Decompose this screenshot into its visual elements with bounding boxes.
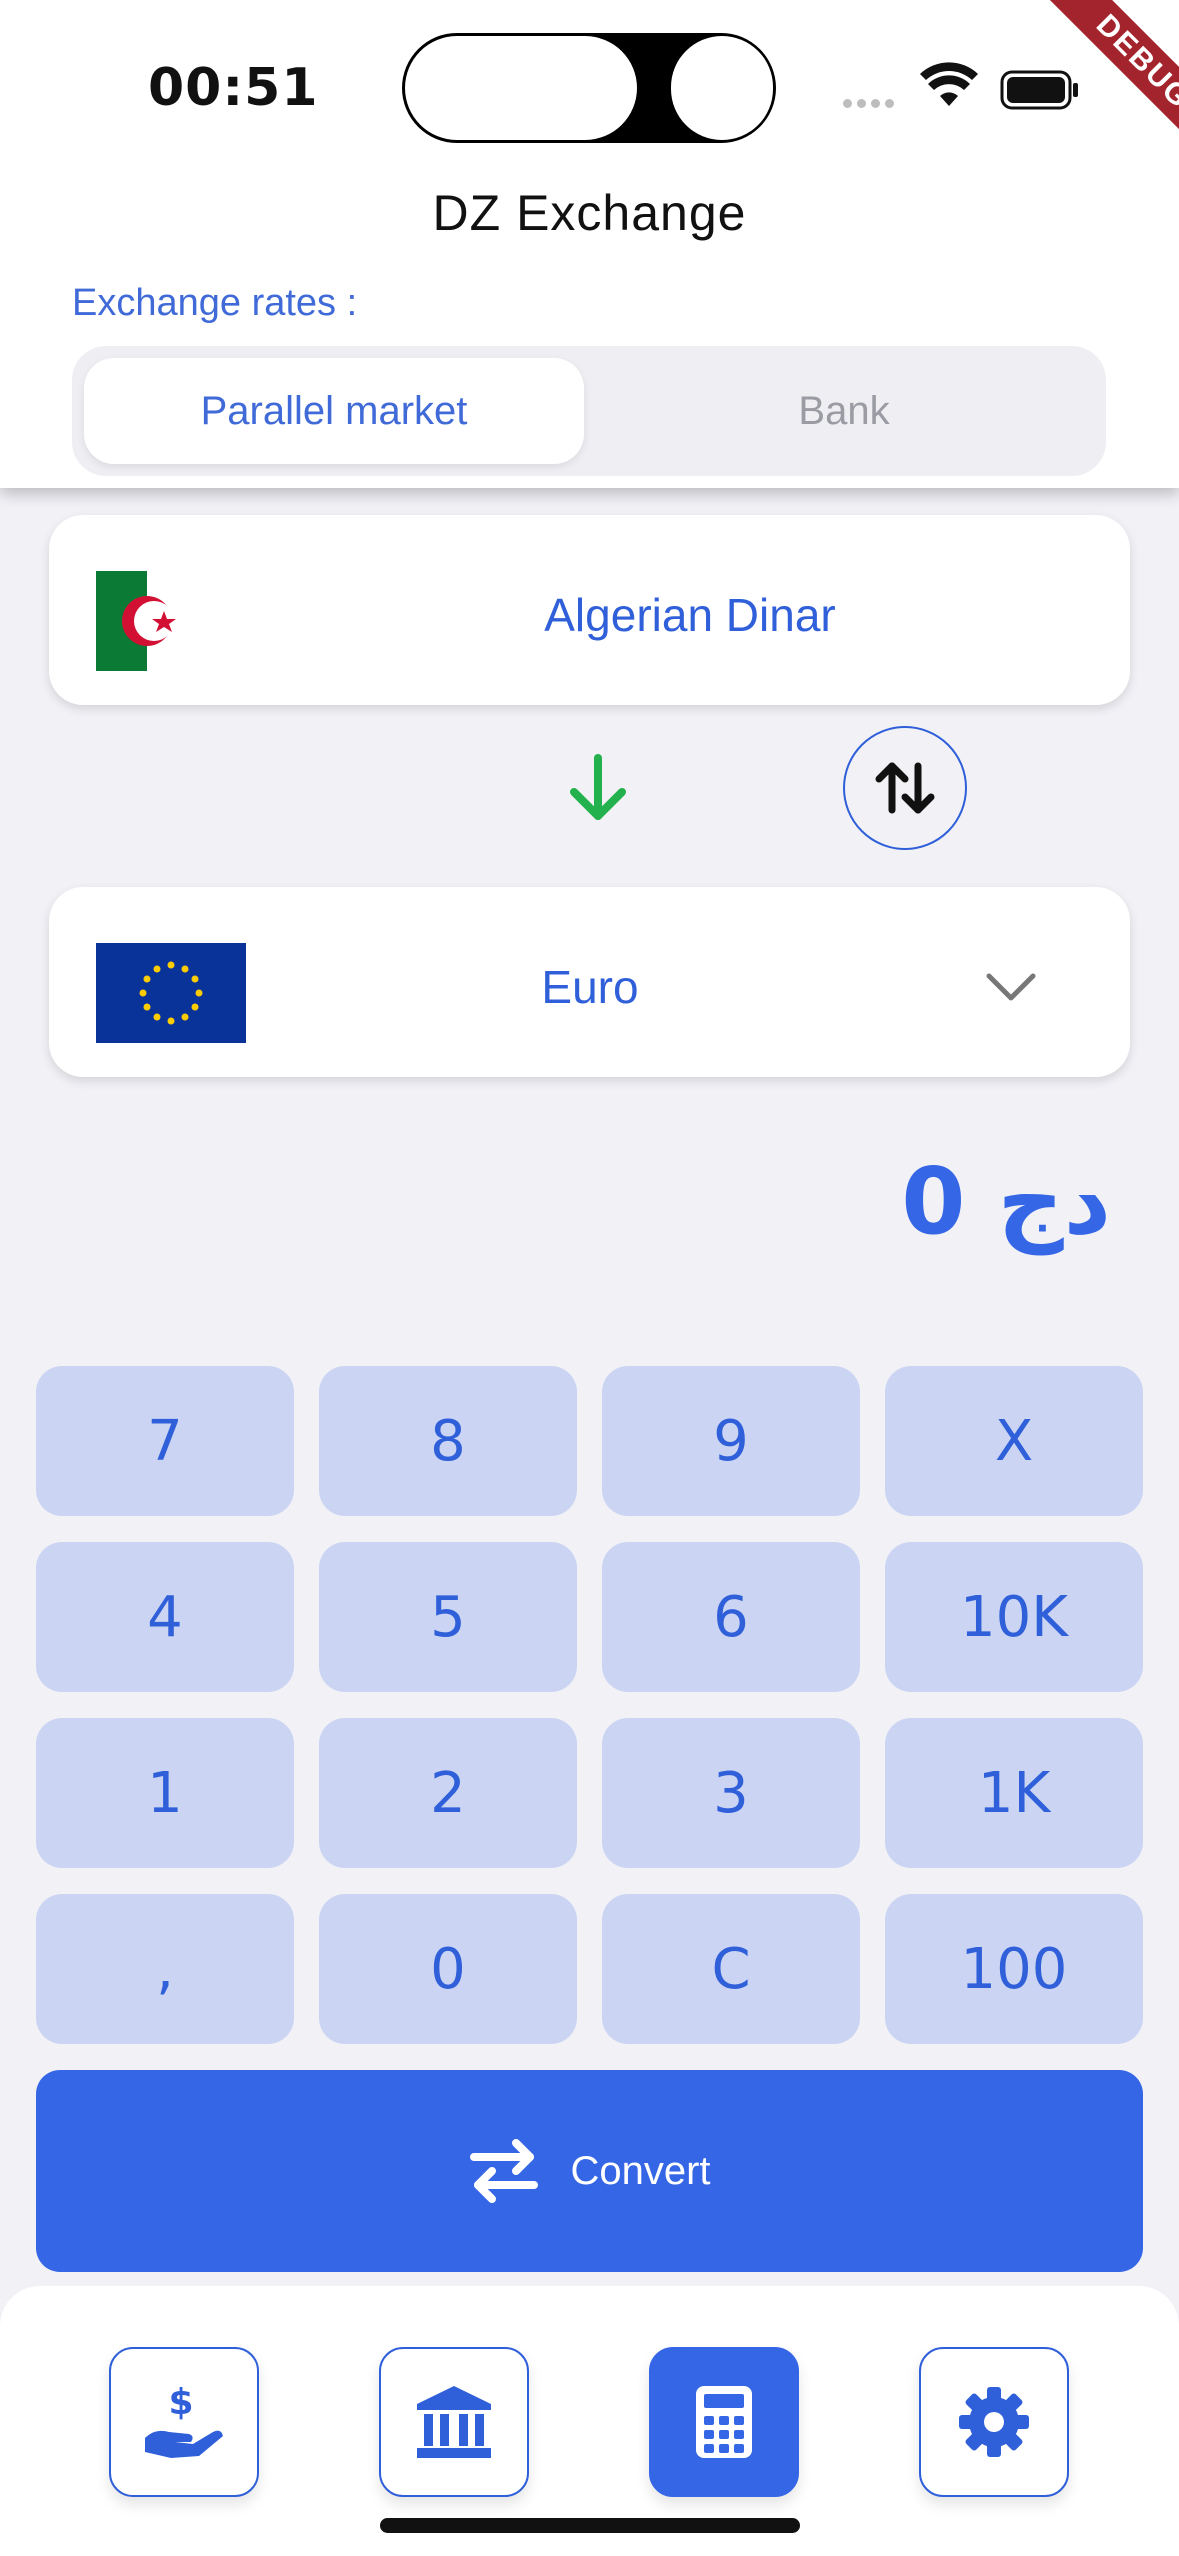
arrow-down-icon [566, 754, 630, 829]
swap-horizontal-icon [470, 2139, 539, 2203]
key-7[interactable]: 7 [36, 1366, 294, 1516]
swap-currencies-button[interactable] [843, 726, 967, 850]
nav-rates-button[interactable]: $ [109, 2347, 259, 2497]
from-currency-label: Algerian Dinar [544, 589, 836, 641]
key-0[interactable]: 0 [319, 1894, 577, 2044]
wifi-icon [920, 62, 978, 113]
swap-vertical-icon [875, 762, 935, 814]
segment-parallel-market[interactable]: Parallel market [84, 358, 584, 464]
key-100[interactable]: 100 [885, 1894, 1143, 2044]
hand-dollar-icon: $ [145, 2382, 223, 2458]
key-1[interactable]: 1 [36, 1718, 294, 1868]
debug-banner: DEBUG [1009, 0, 1179, 170]
key-backspace[interactable]: X [885, 1366, 1143, 1516]
key-6[interactable]: 6 [602, 1542, 860, 1692]
status-time: 00:51 [148, 58, 319, 118]
key-1k[interactable]: 1K [885, 1718, 1143, 1868]
key-9[interactable]: 9 [602, 1366, 860, 1516]
exchange-rates-label: Exchange rates : [72, 282, 358, 324]
nav-settings-button[interactable] [919, 2347, 1069, 2497]
dynamic-island-left [405, 36, 637, 140]
gear-icon [959, 2387, 1029, 2457]
eu-flag-icon [96, 943, 246, 1043]
chevron-down-icon [985, 970, 1037, 1009]
key-comma[interactable]: , [36, 1894, 294, 2044]
segment-bank[interactable]: Bank [590, 358, 1098, 464]
key-clear[interactable]: C [602, 1894, 860, 2044]
nav-calculator-button[interactable] [649, 2347, 799, 2497]
svg-text:$: $ [168, 2382, 193, 2423]
dynamic-island-right [671, 36, 773, 140]
key-4[interactable]: 4 [36, 1542, 294, 1692]
page-title: DZ Exchange [432, 185, 747, 241]
nav-bank-button[interactable] [379, 2347, 529, 2497]
key-8[interactable]: 8 [319, 1366, 577, 1516]
home-indicator [380, 2518, 800, 2533]
convert-label: Convert [570, 2148, 711, 2193]
key-2[interactable]: 2 [319, 1718, 577, 1868]
to-currency-label: Euro [541, 961, 639, 1013]
calculator-icon [696, 2386, 752, 2458]
cellular-signal-icon [843, 95, 899, 113]
amount-display: 0 دج [901, 1148, 1111, 1255]
app-header: 00:51 DEBUG DZ Exchange Exchange rates :… [0, 0, 1179, 488]
key-5[interactable]: 5 [319, 1542, 577, 1692]
bank-icon [417, 2386, 491, 2458]
key-10k[interactable]: 10K [885, 1542, 1143, 1692]
convert-button[interactable]: Convert [36, 2070, 1143, 2272]
key-3[interactable]: 3 [602, 1718, 860, 1868]
algeria-flag-icon [96, 571, 198, 671]
